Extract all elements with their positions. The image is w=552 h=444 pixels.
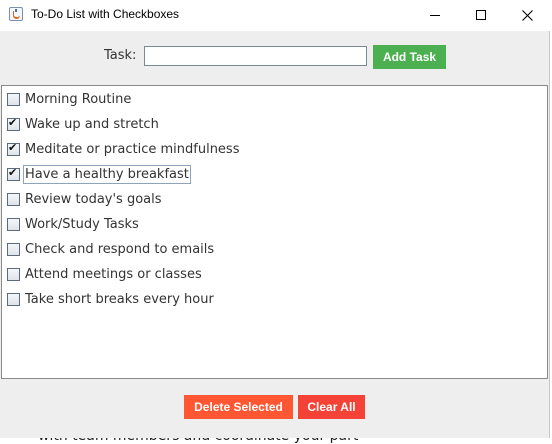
task-item-label[interactable]: Meditate or practice mindfulness <box>24 141 240 158</box>
task-list[interactable]: Morning Routine Wake up and stretch Medita… <box>1 85 548 379</box>
task-item-label[interactable]: Review today's goals <box>24 191 163 208</box>
task-item[interactable]: Work/Study Tasks <box>4 213 140 235</box>
task-item[interactable]: Take short breaks every hour <box>4 288 215 310</box>
task-checkbox[interactable] <box>7 292 20 306</box>
task-item-label[interactable]: Attend meetings or classes <box>24 266 203 283</box>
java-cup-icon <box>9 7 23 21</box>
maximize-button[interactable] <box>458 0 504 30</box>
task-item-label[interactable]: Morning Routine <box>24 91 132 108</box>
task-item-label[interactable]: Take short breaks every hour <box>24 291 215 308</box>
app-window: To-Do List with Checkboxes Task: Add Tas… <box>0 0 550 438</box>
task-checkbox[interactable] <box>7 166 20 181</box>
window-title: To-Do List with Checkboxes <box>31 7 180 21</box>
task-item[interactable]: Have a healthy breakfast <box>4 163 191 185</box>
task-checkbox[interactable] <box>7 116 20 131</box>
task-checkbox[interactable] <box>7 242 20 256</box>
task-item-label[interactable]: Check and respond to emails <box>24 241 215 258</box>
task-item-label[interactable]: Wake up and stretch <box>24 116 160 133</box>
task-input[interactable] <box>144 46 367 66</box>
task-item[interactable]: Attend meetings or classes <box>4 263 203 285</box>
maximize-icon <box>476 10 486 20</box>
task-checkbox[interactable] <box>7 92 20 106</box>
close-button[interactable] <box>504 0 550 30</box>
task-checkbox[interactable] <box>7 192 20 206</box>
task-item[interactable]: Wake up and stretch <box>4 113 160 135</box>
clear-all-button[interactable]: Clear All <box>298 395 365 419</box>
task-checkbox[interactable] <box>7 267 20 281</box>
task-item-label[interactable]: Have a healthy breakfast <box>23 164 191 184</box>
task-item[interactable]: Morning Routine <box>4 88 132 110</box>
task-item[interactable]: Review today's goals <box>4 188 163 210</box>
task-checkbox[interactable] <box>7 217 20 231</box>
task-item-label[interactable]: Work/Study Tasks <box>24 216 140 233</box>
title-bar[interactable]: To-Do List with Checkboxes <box>0 0 550 31</box>
task-label: Task: <box>104 48 137 63</box>
task-item[interactable]: Meditate or practice mindfulness <box>4 138 240 160</box>
minimize-button[interactable] <box>412 0 458 30</box>
minimize-icon <box>430 15 440 16</box>
close-icon <box>521 9 533 21</box>
task-item[interactable]: Check and respond to emails <box>4 238 215 260</box>
add-task-button[interactable]: Add Task <box>373 45 446 69</box>
delete-selected-button[interactable]: Delete Selected <box>184 395 293 419</box>
task-checkbox[interactable] <box>7 141 20 156</box>
